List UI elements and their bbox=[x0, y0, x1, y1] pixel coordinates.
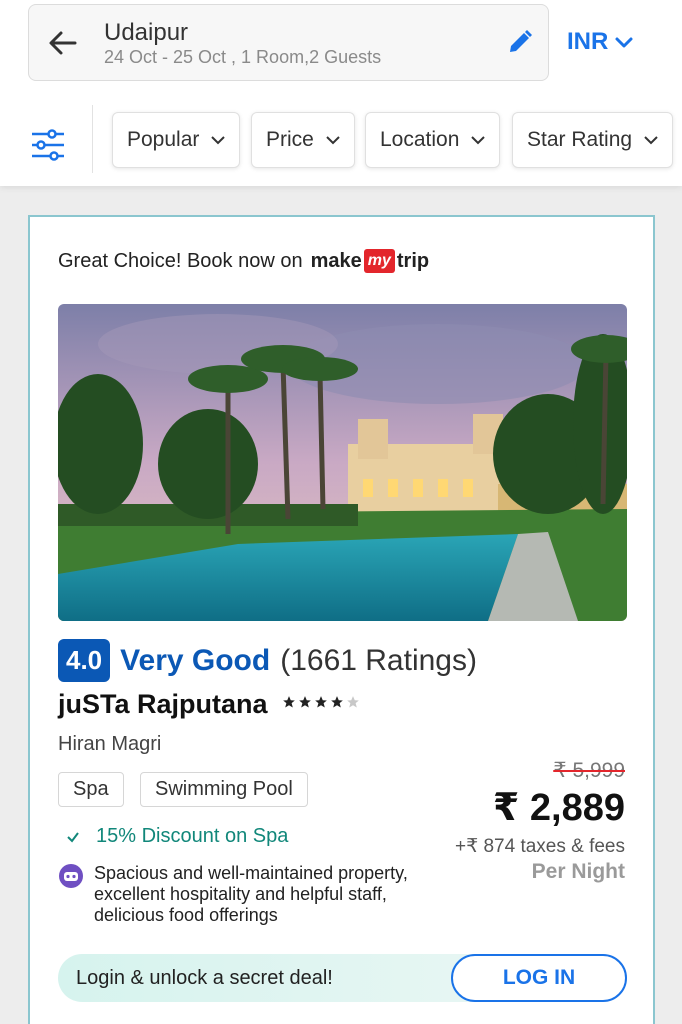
review-text: Spacious and well-maintained property, e… bbox=[94, 863, 408, 925]
secret-deal-bar: Login & unlock a secret deal! LOG IN bbox=[58, 954, 627, 1002]
brand-make: make bbox=[310, 249, 362, 272]
filter-label: Star Rating bbox=[527, 128, 633, 151]
star-filled-icon bbox=[331, 696, 343, 708]
review-summary: Spacious and well-maintained property, e… bbox=[58, 863, 434, 926]
promo-banner: Great Choice! Book now on make my trip bbox=[58, 249, 429, 273]
top-bar: Udaipur 24 Oct - 25 Oct , 1 Room,2 Guest… bbox=[0, 0, 682, 186]
original-price: ₹ 5,999 bbox=[553, 759, 625, 782]
hotel-locality: Hiran Magri bbox=[58, 733, 162, 755]
filter-location[interactable]: Location bbox=[365, 112, 501, 168]
discount-text: 15% Discount on Spa bbox=[96, 825, 289, 847]
star-filled-icon bbox=[283, 696, 295, 708]
filter-popular[interactable]: Popular bbox=[112, 112, 241, 168]
search-summary-box[interactable]: Udaipur 24 Oct - 25 Oct , 1 Room,2 Guest… bbox=[28, 4, 549, 81]
chevron-down-icon bbox=[644, 136, 658, 145]
hotel-card[interactable]: Great Choice! Book now on make my trip 4… bbox=[28, 215, 655, 1024]
currency-selector[interactable]: INR bbox=[567, 28, 634, 56]
divider bbox=[92, 105, 93, 173]
star-rating bbox=[282, 695, 360, 709]
check-icon bbox=[67, 831, 79, 843]
star-filled-icon bbox=[299, 696, 311, 708]
taxes-fees: +₹ 874 taxes & fees bbox=[455, 836, 625, 857]
filter-sliders-icon[interactable] bbox=[28, 125, 68, 165]
brand-trip: trip bbox=[396, 249, 430, 272]
secret-deal-text: Login & unlock a secret deal! bbox=[76, 967, 333, 989]
brand-my-badge: my bbox=[363, 249, 395, 273]
filter-label: Price bbox=[266, 128, 314, 151]
dates-guests-summary: 24 Oct - 25 Oct , 1 Room,2 Guests bbox=[104, 47, 382, 67]
back-arrow-icon[interactable] bbox=[47, 27, 79, 59]
hotel-photo[interactable] bbox=[58, 304, 627, 621]
rating-badge: 4.0 bbox=[58, 639, 111, 682]
edit-pencil-icon[interactable] bbox=[505, 27, 535, 57]
amenity-tag: Spa bbox=[58, 772, 124, 807]
filter-star-rating[interactable]: Star Rating bbox=[512, 112, 674, 168]
per-night-label: Per Night bbox=[531, 860, 625, 883]
rating-label: Very Good bbox=[120, 643, 271, 677]
chevron-down-icon bbox=[471, 136, 486, 145]
star-filled-icon bbox=[315, 696, 327, 708]
city-name: Udaipur bbox=[104, 19, 189, 46]
amenity-tag: Swimming Pool bbox=[140, 772, 308, 807]
filter-price[interactable]: Price bbox=[251, 112, 355, 168]
chevron-down-icon bbox=[615, 37, 633, 48]
currency-label: INR bbox=[567, 28, 609, 55]
promo-text: Great Choice! Book now on bbox=[58, 249, 303, 272]
filter-label: Popular bbox=[127, 128, 200, 151]
star-empty-icon bbox=[347, 696, 359, 708]
filter-label: Location bbox=[380, 128, 460, 151]
brand-logo: make my trip bbox=[310, 249, 430, 273]
discount-offer: 15% Discount on Spa bbox=[66, 825, 288, 848]
discounted-price: ₹ 2,889 bbox=[492, 787, 625, 829]
chevron-down-icon bbox=[211, 136, 226, 145]
reviewer-bot-icon bbox=[59, 864, 83, 888]
chevron-down-icon bbox=[326, 136, 340, 145]
rating-row: 4.0 Very Good (1661 Ratings) bbox=[58, 639, 477, 682]
login-button[interactable]: LOG IN bbox=[451, 954, 627, 1002]
rating-count: (1661 Ratings) bbox=[280, 643, 477, 677]
hotel-name[interactable]: juSTa Rajputana bbox=[58, 689, 268, 720]
